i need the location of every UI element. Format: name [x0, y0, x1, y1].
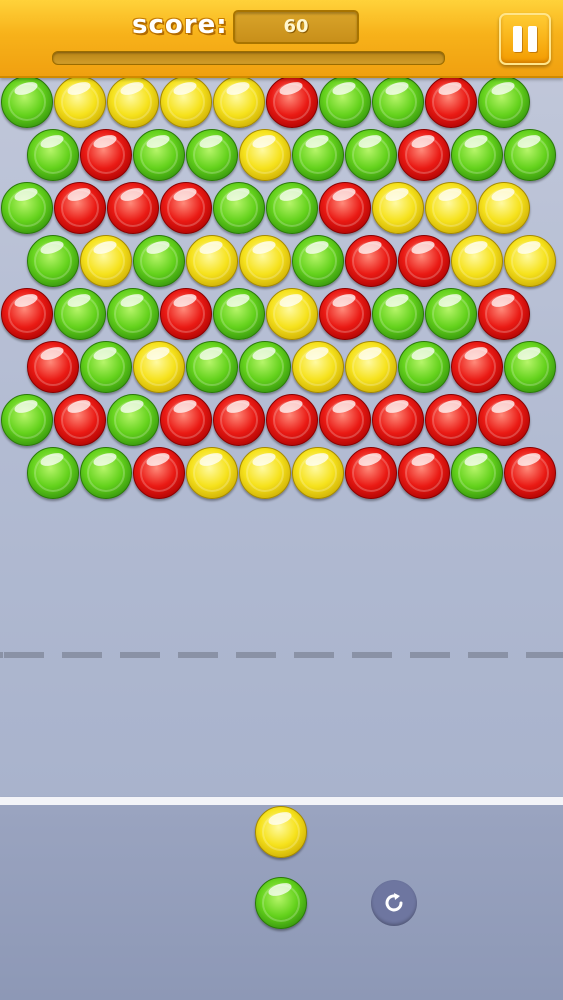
yellow-bubble	[160, 76, 212, 128]
green-bubble	[1, 394, 53, 446]
green-bubble	[27, 235, 79, 287]
red-bubble	[319, 182, 371, 234]
green-bubble	[27, 447, 79, 499]
green-bubble	[80, 341, 132, 393]
green-bubble	[133, 235, 185, 287]
yellow-bubble	[266, 288, 318, 340]
green-bubble	[372, 288, 424, 340]
green-bubble	[478, 76, 530, 128]
bubble-grid	[0, 0, 563, 800]
yellow-bubble	[107, 76, 159, 128]
red-bubble	[345, 235, 397, 287]
current-bubble[interactable]	[255, 877, 307, 929]
deadline-line	[0, 652, 563, 658]
red-bubble	[133, 447, 185, 499]
red-bubble	[398, 447, 450, 499]
yellow-bubble	[425, 182, 477, 234]
red-bubble	[451, 341, 503, 393]
red-bubble	[213, 394, 265, 446]
green-bubble	[107, 288, 159, 340]
red-bubble	[54, 394, 106, 446]
green-bubble	[266, 182, 318, 234]
score-value: 60	[233, 10, 359, 44]
yellow-bubble	[54, 76, 106, 128]
green-bubble	[398, 341, 450, 393]
yellow-bubble	[345, 341, 397, 393]
swap-bubble-button[interactable]	[371, 880, 417, 926]
floor-line	[0, 797, 563, 805]
pause-button[interactable]	[499, 13, 551, 65]
green-bubble	[186, 341, 238, 393]
red-bubble	[80, 129, 132, 181]
yellow-bubble	[213, 76, 265, 128]
green-bubble	[239, 341, 291, 393]
green-bubble	[292, 235, 344, 287]
green-bubble	[372, 76, 424, 128]
yellow-bubble	[504, 235, 556, 287]
green-bubble	[1, 182, 53, 234]
red-bubble	[372, 394, 424, 446]
red-bubble	[319, 394, 371, 446]
yellow-bubble	[292, 341, 344, 393]
green-bubble	[425, 288, 477, 340]
yellow-bubble	[292, 447, 344, 499]
yellow-bubble	[133, 341, 185, 393]
green-bubble	[504, 341, 556, 393]
red-bubble	[345, 447, 397, 499]
yellow-bubble	[186, 447, 238, 499]
red-bubble	[107, 182, 159, 234]
red-bubble	[160, 182, 212, 234]
red-bubble	[398, 235, 450, 287]
red-bubble	[266, 394, 318, 446]
red-bubble	[160, 288, 212, 340]
green-bubble	[504, 129, 556, 181]
yellow-bubble	[478, 182, 530, 234]
green-bubble	[107, 394, 159, 446]
red-bubble	[160, 394, 212, 446]
yellow-bubble	[80, 235, 132, 287]
red-bubble	[266, 76, 318, 128]
yellow-bubble	[239, 447, 291, 499]
red-bubble	[54, 182, 106, 234]
yellow-bubble	[239, 235, 291, 287]
green-bubble	[213, 288, 265, 340]
green-bubble	[213, 182, 265, 234]
green-bubble	[345, 129, 397, 181]
next-bubble	[255, 806, 307, 858]
green-bubble	[27, 129, 79, 181]
red-bubble	[425, 76, 477, 128]
green-bubble	[292, 129, 344, 181]
yellow-bubble	[239, 129, 291, 181]
red-bubble	[319, 288, 371, 340]
green-bubble	[133, 129, 185, 181]
yellow-bubble	[451, 235, 503, 287]
green-bubble	[1, 76, 53, 128]
green-bubble	[80, 447, 132, 499]
red-bubble	[425, 394, 477, 446]
red-bubble	[478, 394, 530, 446]
green-bubble	[451, 129, 503, 181]
red-bubble	[504, 447, 556, 499]
refresh-icon	[385, 893, 403, 912]
green-bubble	[319, 76, 371, 128]
green-bubble	[451, 447, 503, 499]
green-bubble	[186, 129, 238, 181]
top-bar: score: 60	[0, 0, 563, 78]
red-bubble	[478, 288, 530, 340]
red-bubble	[27, 341, 79, 393]
green-bubble	[54, 288, 106, 340]
yellow-bubble	[372, 182, 424, 234]
level-progress-bar	[52, 51, 445, 65]
red-bubble	[398, 129, 450, 181]
red-bubble	[1, 288, 53, 340]
score-label: score:	[132, 10, 228, 40]
yellow-bubble	[186, 235, 238, 287]
